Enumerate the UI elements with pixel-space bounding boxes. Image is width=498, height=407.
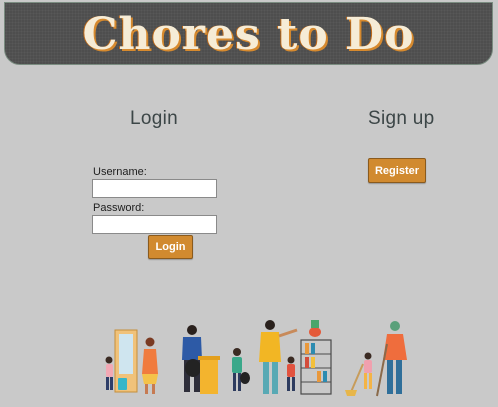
child-sweeping-icon [345,352,372,396]
app-title: Chores to Do [82,9,415,60]
username-label: Username: [93,166,147,178]
signup-heading: Sign up [368,108,435,129]
bookshelf-icon [300,320,332,395]
username-input[interactable] [92,179,217,198]
child-near-shelf-icon [287,356,295,391]
login-heading: Login [130,108,178,129]
password-input[interactable] [92,215,217,234]
woman-cleaning-icon [142,337,158,394]
password-label: Password: [93,202,145,214]
woman-mopping-icon [376,321,407,397]
login-button[interactable]: Login [148,235,193,259]
man-with-trash-bag-icon [182,325,220,394]
child-with-bag-icon [232,348,250,391]
app-header: Chores to Do [4,2,493,65]
family-doing-chores-illustration [105,320,407,397]
register-button[interactable]: Register [368,158,426,183]
